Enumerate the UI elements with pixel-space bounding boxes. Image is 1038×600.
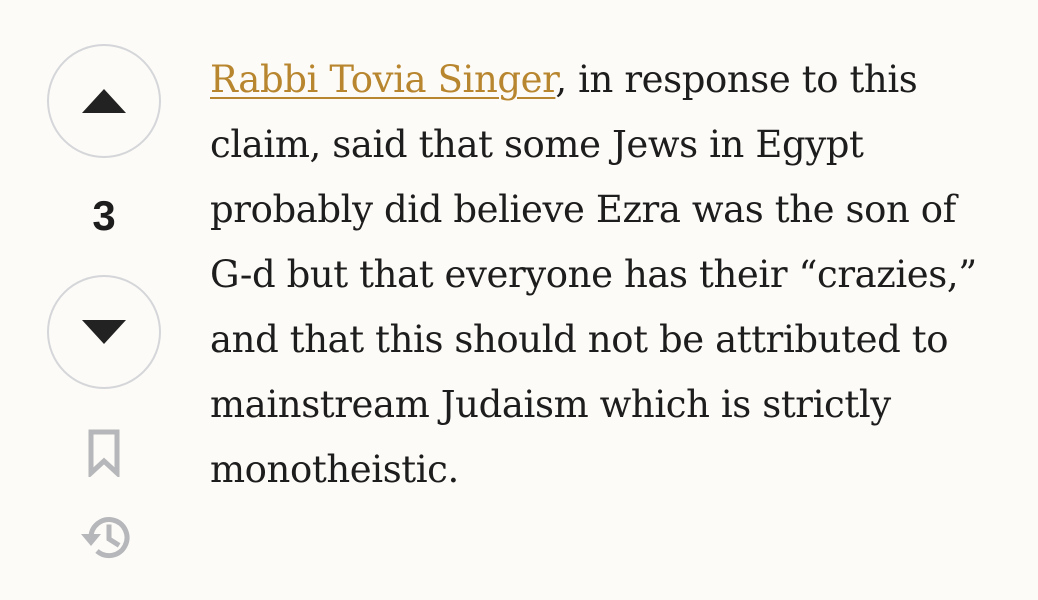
- bookmark-icon: [88, 429, 120, 477]
- history-button[interactable]: [76, 512, 132, 564]
- answer-paragraph: Rabbi Tovia Singer, in response to this …: [210, 47, 1000, 502]
- downvote-button[interactable]: [47, 275, 161, 389]
- history-icon: [81, 517, 130, 559]
- paragraph-text: , in response to this claim, said that s…: [210, 58, 977, 491]
- author-link[interactable]: Rabbi Tovia Singer: [210, 58, 556, 101]
- upvote-button[interactable]: [47, 44, 161, 158]
- bookmark-button[interactable]: [86, 428, 122, 478]
- triangle-up-icon: [82, 89, 126, 113]
- vote-count: 3: [92, 192, 116, 239]
- vote-sidebar: 3: [0, 0, 210, 600]
- triangle-down-icon: [82, 320, 126, 344]
